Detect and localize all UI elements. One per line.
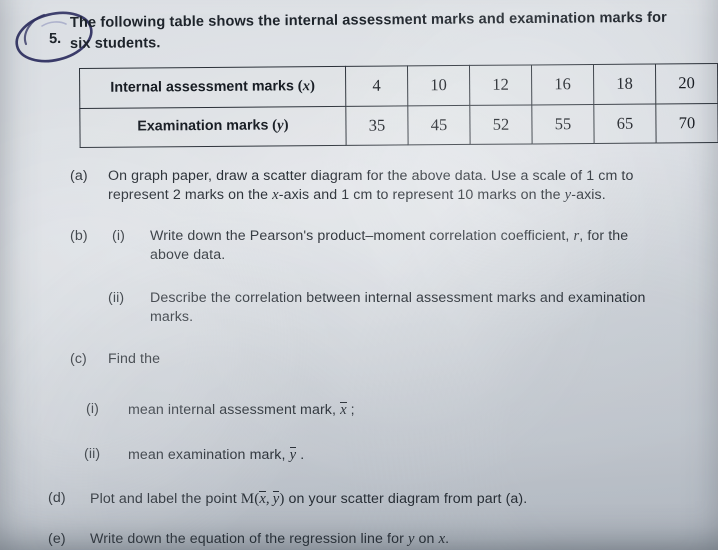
part-c-marker: (c) bbox=[70, 351, 87, 367]
table-cell: 18 bbox=[593, 63, 656, 104]
part-c-ii-text: mean examination mark, y . bbox=[128, 447, 304, 463]
table-row: Examination marks (y) 35 45 52 55 65 70 bbox=[79, 102, 718, 148]
part-a-line-2-seg-1: represent 2 marks on the bbox=[108, 187, 273, 203]
part-c-i-var-xbar: x bbox=[340, 402, 347, 418]
part-b-i-line-1: Write down the Pearson's product–moment … bbox=[150, 229, 628, 244]
table-cell: 16 bbox=[531, 64, 594, 105]
part-b-ii-line-2: marks. bbox=[150, 309, 194, 325]
part-e-var-y: y bbox=[407, 531, 415, 547]
part-a-line-2-seg-3: -axis. bbox=[571, 187, 606, 203]
part-c-i-text-seg-1: mean internal assessment mark, bbox=[128, 402, 341, 418]
question-number: 5. bbox=[48, 30, 62, 48]
table-cell: 45 bbox=[407, 104, 471, 145]
part-d-point-label: M bbox=[240, 491, 255, 507]
part-e-marker: (e) bbox=[48, 531, 66, 547]
part-a-marker: (a) bbox=[70, 168, 88, 184]
worksheet-page: 5. The following table shows the interna… bbox=[0, 0, 718, 550]
part-c-i-marker: (i) bbox=[86, 401, 99, 417]
part-d-marker: (d) bbox=[48, 490, 66, 506]
part-b-i-line-1-seg-1: Write down the Pearson's product–moment … bbox=[150, 228, 574, 244]
table-cell: 20 bbox=[655, 63, 718, 104]
row-label-paren-open: ( bbox=[268, 117, 278, 134]
table-cell: 55 bbox=[531, 103, 595, 144]
part-b-i-line-2: above data. bbox=[150, 247, 226, 263]
table-cell: 10 bbox=[407, 65, 470, 106]
part-b-marker: (b) bbox=[70, 228, 88, 244]
table-row: Internal assessment marks (x) 4 10 12 16… bbox=[79, 63, 718, 108]
question-intro-line-2: six students. bbox=[69, 35, 161, 52]
part-c-ii-marker: (ii) bbox=[84, 446, 101, 462]
part-a-line-2: represent 2 marks on the x-axis and 1 cm… bbox=[108, 188, 606, 203]
row-label-paren-close: ) bbox=[309, 77, 316, 94]
part-a-var-x: x bbox=[272, 187, 279, 203]
row-label-text: Examination marks bbox=[137, 117, 269, 135]
part-e-text-seg-3: . bbox=[445, 531, 450, 547]
part-c-i-text: mean internal assessment mark, x ; bbox=[128, 402, 355, 418]
part-a-line-1-rest: , draw a scatter diagram for the above d… bbox=[208, 168, 634, 184]
part-b-i-line-1-seg-2: , for the bbox=[579, 228, 629, 244]
row-label-internal-assessment: Internal assessment marks (x) bbox=[79, 66, 346, 108]
part-b-i-marker: (i) bbox=[112, 228, 125, 244]
data-table: Internal assessment marks (x) 4 10 12 16… bbox=[79, 63, 718, 148]
table-cell: 35 bbox=[345, 105, 409, 146]
part-a-line-1-emphasis: On graph paper bbox=[108, 168, 208, 184]
part-b-ii-marker: (ii) bbox=[108, 290, 125, 306]
part-b-ii-line-1: Describe the correlation between interna… bbox=[150, 290, 646, 306]
part-e-text-seg-1: Write down the equation of the regressio… bbox=[90, 531, 408, 547]
part-d-comma: , bbox=[265, 491, 270, 507]
row-label-paren-open: ( bbox=[293, 77, 303, 95]
part-d-text-seg-2: on your scatter diagram from part (a). bbox=[284, 491, 528, 507]
row-label-examination: Examination marks (y) bbox=[79, 105, 347, 148]
table-cell: 65 bbox=[593, 103, 657, 144]
row-label-text: Internal assessment marks bbox=[110, 78, 294, 96]
part-e-text: Write down the equation of the regressio… bbox=[90, 532, 449, 547]
part-c-ii-text-seg-2: . bbox=[296, 447, 305, 463]
question-intro-line-1: The following table shows the internal a… bbox=[69, 9, 667, 31]
part-d-text: Plot and label the point M(x, y) on your … bbox=[90, 491, 527, 507]
table-cell: 12 bbox=[469, 64, 532, 105]
table-cell: 70 bbox=[655, 102, 718, 143]
part-d-var-xbar: x bbox=[259, 491, 266, 507]
part-a-line-1: On graph paper, draw a scatter diagram f… bbox=[108, 169, 633, 183]
part-c-text: Find the bbox=[108, 351, 161, 367]
part-c-ii-text-seg-1: mean examination mark, bbox=[128, 447, 290, 463]
row-label-variable: x bbox=[302, 77, 311, 94]
part-e-text-seg-2: on bbox=[414, 531, 439, 547]
part-c-i-text-seg-2: ; bbox=[346, 402, 355, 418]
row-label-paren-close: ) bbox=[283, 117, 289, 134]
part-d-text-seg-1: Plot and label the point bbox=[90, 491, 241, 507]
table-cell: 52 bbox=[469, 104, 533, 145]
part-a-line-2-seg-2: -axis and 1 cm to represent 10 marks on … bbox=[278, 187, 565, 203]
table-cell: 4 bbox=[345, 65, 408, 106]
